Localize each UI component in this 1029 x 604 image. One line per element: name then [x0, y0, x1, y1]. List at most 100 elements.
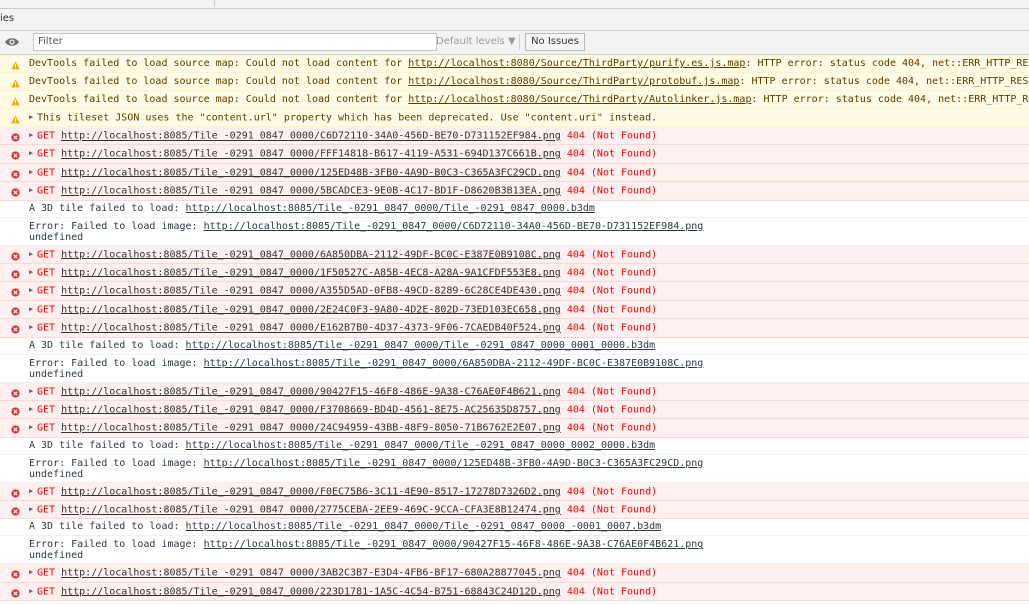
error-icon — [11, 168, 20, 179]
http-method: GET — [37, 267, 56, 279]
image-link[interactable]: http://localhost:8085/Tile_-0291_0847_00… — [204, 539, 704, 550]
request-url-link[interactable]: http://localhost:8085/Tile_-0291_0847_00… — [61, 267, 561, 278]
warning-message: DevTools failed to load source map: Coul… — [0, 73, 1029, 91]
triangle-right-icon[interactable]: ▶ — [29, 564, 36, 581]
http-method: GET — [37, 322, 56, 334]
image-link[interactable]: http://localhost:8085/Tile_-0291_0847_00… — [204, 221, 704, 232]
request-url-link[interactable]: http://localhost:8085/Tile_-0291_0847_00… — [61, 131, 561, 142]
request-url-link[interactable]: http://localhost:8085/Tile_-0291_0847_00… — [61, 304, 561, 315]
triangle-right-icon[interactable]: ▶ — [29, 501, 36, 518]
status-text: 404 (Not Found) — [566, 567, 658, 579]
request-url-link[interactable]: http://localhost:8085/Tile_-0291_0847_00… — [61, 286, 561, 297]
error-message: ▶ GET http://localhost:8085/Tile_-0291_08… — [0, 501, 1029, 520]
request-url-link[interactable]: http://localhost:8085/Tile_-0291_0847_00… — [61, 323, 561, 334]
error-message: ▶ GET http://localhost:8085/Tile_-0291_08… — [0, 319, 1029, 338]
status-text: 404 (Not Found) — [566, 185, 658, 197]
request-url-link[interactable]: http://localhost:8085/Tile_-0291_0847_00… — [61, 149, 561, 160]
message-text: A 3D tile failed to load: — [29, 202, 186, 214]
http-method: GET — [37, 486, 56, 498]
source-link[interactable]: http://localhost:8080/Source/ThirdParty/… — [408, 58, 745, 69]
source-link[interactable]: http://localhost:8080/Source/ThirdParty/… — [408, 94, 751, 105]
status-text: 404 (Not Found) — [566, 404, 658, 416]
request-url-link[interactable]: http://localhost:8085/Tile_-0291_0847_00… — [61, 568, 561, 579]
default-levels-dropdown[interactable]: Default levels ▼ — [436, 36, 516, 47]
tile-link[interactable]: http://localhost:8085/Tile_-0291_0847_00… — [186, 203, 595, 214]
http-method: GET — [37, 249, 56, 261]
status-text: 404 (Not Found) — [566, 386, 658, 398]
request-url-link[interactable]: http://localhost:8085/Tile_-0291_0847_00… — [61, 423, 561, 434]
no-issues-button[interactable]: No Issues — [525, 33, 585, 51]
tile-link[interactable]: http://localhost:8085/Tile_-0291_0847_00… — [186, 340, 656, 351]
http-method: GET — [37, 130, 56, 142]
error-icon — [11, 423, 20, 434]
triangle-right-icon[interactable]: ▶ — [29, 419, 36, 436]
error-message: ▶ GET http://localhost:8085/Tile_-0291_08… — [0, 263, 1029, 283]
warning-message: ▶ This tileset JSON uses the "content.url… — [0, 109, 1029, 127]
triangle-right-icon[interactable]: ▶ — [29, 182, 36, 199]
tile-link[interactable]: http://localhost:8085/Tile_-0291_0847_00… — [186, 440, 656, 451]
status-text: 404 (Not Found) — [566, 285, 658, 297]
message-text: Error: Failed to load image: — [29, 539, 204, 551]
http-method: GET — [37, 167, 56, 179]
error-message: ▶ GET http://localhost:8085/Tile_-0291_08… — [0, 582, 1029, 602]
message-text: This tileset JSON uses the "content.url"… — [37, 112, 658, 124]
triangle-right-icon[interactable]: ▶ — [29, 109, 36, 126]
message-text: Error: Failed to load image: — [29, 220, 204, 232]
status-text: 404 (Not Found) — [566, 148, 658, 160]
error-icon — [11, 323, 20, 334]
drawer-tab-bar: ies — [0, 9, 1029, 31]
filter-input[interactable] — [33, 33, 437, 51]
eye-icon[interactable] — [4, 36, 20, 48]
error-icon — [11, 131, 20, 142]
error-icon — [11, 149, 20, 161]
triangle-right-icon[interactable]: ▶ — [29, 401, 36, 418]
message-text: : HTTP error: status code 404, net::ERR_… — [739, 76, 1029, 87]
request-url-link[interactable]: http://localhost:8085/Tile_-0291_0847_00… — [61, 586, 561, 597]
request-url-link[interactable]: http://localhost:8085/Tile_-0291_0847_00… — [61, 386, 561, 397]
error-message: ▶ GET http://localhost:8085/Tile_-0291_08… — [0, 419, 1029, 438]
error-log-message: Error: Failed to load image: http://loca… — [0, 536, 1029, 565]
triangle-right-icon[interactable]: ▶ — [29, 127, 36, 144]
top-tab-stub[interactable] — [0, 0, 215, 7]
triangle-right-icon[interactable]: ▶ — [29, 264, 36, 281]
triangle-right-icon[interactable]: ▶ — [29, 319, 36, 336]
http-method: GET — [37, 386, 56, 398]
triangle-right-icon[interactable]: ▶ — [29, 383, 36, 400]
request-url-link[interactable]: http://localhost:8085/Tile_-0291_0847_00… — [61, 486, 561, 497]
triangle-right-icon[interactable]: ▶ — [29, 145, 36, 162]
error-message: ▶ GET http://localhost:8085/Tile_-0291_08… — [0, 564, 1029, 583]
triangle-right-icon[interactable]: ▶ — [29, 164, 36, 181]
triangle-right-icon[interactable]: ▶ — [29, 583, 36, 600]
request-url-link[interactable]: http://localhost:8085/Tile_-0291_0847_00… — [61, 505, 561, 516]
source-link[interactable]: http://localhost:8080/Source/ThirdParty/… — [408, 76, 739, 87]
error-icon — [11, 268, 20, 279]
request-url-link[interactable]: http://localhost:8085/Tile_-0291_0847_00… — [61, 167, 561, 178]
error-message: ▶ GET http://localhost:8085/Tile_-0291_08… — [0, 400, 1029, 420]
error-message: ▶ GET http://localhost:8085/Tile_-0291_08… — [0, 482, 1029, 502]
status-text: 404 (Not Found) — [566, 130, 658, 142]
error-icon — [11, 487, 20, 498]
tile-link[interactable]: http://localhost:8085/Tile_-0291_0847_00… — [186, 521, 662, 532]
triangle-right-icon[interactable]: ▶ — [29, 483, 36, 500]
warning-icon — [11, 113, 20, 124]
error-message: ▶ GET http://localhost:8085/Tile_-0291_08… — [0, 145, 1029, 164]
status-text: 404 (Not Found) — [566, 167, 658, 179]
log-message: A 3D tile failed to load: http://localho… — [0, 200, 1029, 218]
message-text: DevTools failed to load source map: Coul… — [29, 76, 409, 87]
image-link[interactable]: http://localhost:8085/Tile_-0291_0847_00… — [204, 358, 704, 369]
message-text: Error: Failed to load image: — [29, 357, 204, 369]
drawer-tab-label[interactable]: ies — [0, 13, 14, 24]
triangle-right-icon[interactable]: ▶ — [29, 301, 36, 318]
request-url-link[interactable]: http://localhost:8085/Tile_-0291_0847_00… — [61, 404, 561, 415]
message-text: undefined — [29, 550, 84, 562]
http-method: GET — [37, 404, 56, 416]
triangle-right-icon[interactable]: ▶ — [29, 282, 36, 299]
image-link[interactable]: http://localhost:8085/Tile_-0291_0847_00… — [204, 458, 704, 469]
request-url-link[interactable]: http://localhost:8085/Tile_-0291_0847_00… — [61, 249, 561, 260]
http-method: GET — [37, 148, 56, 160]
error-message: ▶ GET http://localhost:8085/Tile_-0291_08… — [0, 127, 1029, 146]
triangle-right-icon[interactable]: ▶ — [29, 246, 36, 263]
error-message: ▶ GET http://localhost:8085/Tile_-0291_08… — [0, 382, 1029, 401]
request-url-link[interactable]: http://localhost:8085/Tile_-0291_0847_00… — [61, 186, 561, 197]
error-message: ▶ GET http://localhost:8085/Tile_-0291_08… — [0, 245, 1029, 264]
